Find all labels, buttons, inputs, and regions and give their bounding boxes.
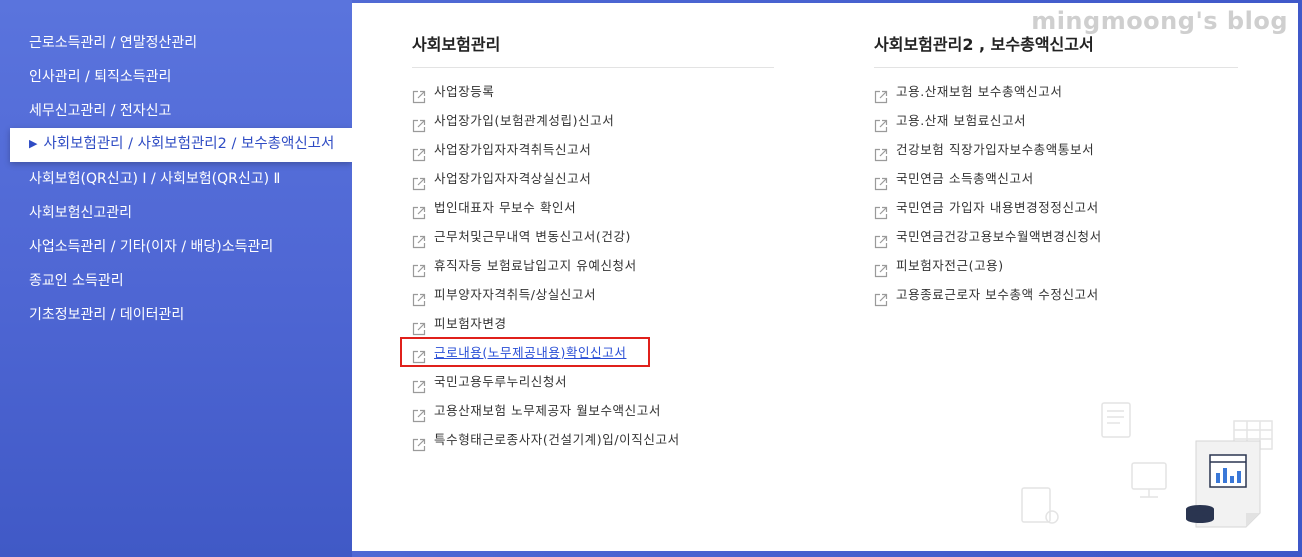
- external-link-icon: [412, 288, 426, 306]
- menu-link-label: 특수형태근로종사자(건설기계)입/이직신고서: [434, 432, 680, 447]
- link-list: 고용.산재보험 보수총액신고서고용.산재 보험료신고서건강보험 직장가입자보수총…: [874, 77, 1238, 309]
- sidebar-item-religious-income[interactable]: 종교인 소득관리: [0, 264, 352, 298]
- menu-link-item[interactable]: 피보험자변경: [412, 309, 774, 338]
- menu-link-item[interactable]: 특수형태근로종사자(건설기계)입/이직신고서: [412, 425, 774, 454]
- menu-link-item[interactable]: 건강보험 직장가입자보수총액통보서: [874, 135, 1238, 164]
- external-link-icon: [874, 143, 888, 161]
- external-link-icon: [412, 433, 426, 451]
- external-link-icon: [412, 375, 426, 393]
- menu-link-item[interactable]: 국민연금 가입자 내용변경정정신고서: [874, 193, 1238, 222]
- menu-link-label: 국민연금 가입자 내용변경정정신고서: [896, 200, 1099, 215]
- menu-link-label: 고용산재보험 노무제공자 월보수액신고서: [434, 403, 661, 418]
- sidebar-item-qr[interactable]: 사회보험(QR신고) Ⅰ / 사회보험(QR신고) Ⅱ: [0, 162, 352, 196]
- menu-link-label: 휴직자등 보험료납입고지 유예신청서: [434, 258, 637, 273]
- menu-link-item[interactable]: 휴직자등 보험료납입고지 유예신청서: [412, 251, 774, 280]
- sidebar-item-social-insurance[interactable]: ▶ 사회보험관리 / 사회보험관리2 / 보수총액신고서: [10, 128, 352, 162]
- sidebar-item-basic-info[interactable]: 기초정보관리 / 데이터관리: [0, 298, 352, 332]
- external-link-icon: [412, 172, 426, 190]
- menu-link-item[interactable]: 국민고용두루누리신청서: [412, 367, 774, 396]
- sidebar-item-hr[interactable]: 인사관리 / 퇴직소득관리: [0, 60, 352, 94]
- sidebar-item-business-income[interactable]: 사업소득관리 / 기타(이자 / 배당)소득관리: [0, 230, 352, 264]
- menu-link-item[interactable]: 피보험자전근(고용): [874, 251, 1238, 280]
- menu-link-label: 피부양자자격취득/상실신고서: [434, 287, 597, 302]
- external-link-icon: [412, 85, 426, 103]
- sidebar-item-insurance-report[interactable]: 사회보험신고관리: [0, 196, 352, 230]
- menu-link-item[interactable]: 피부양자자격취득/상실신고서: [412, 280, 774, 309]
- sidebar-menu: 근로소득관리 / 연말정산관리 인사관리 / 퇴직소득관리 세무신고관리 / 전…: [0, 0, 352, 557]
- menu-link-item[interactable]: 고용산재보험 노무제공자 월보수액신고서: [412, 396, 774, 425]
- menu-link-item[interactable]: 사업장가입(보험관계성립)신고서: [412, 106, 774, 135]
- external-link-icon: [412, 143, 426, 161]
- menu-link-item[interactable]: 고용.산재 보험료신고서: [874, 106, 1238, 135]
- external-link-icon: [412, 345, 426, 364]
- external-link-icon: [874, 114, 888, 132]
- document-illustration: [1021, 402, 1273, 528]
- column-title: 사회보험관리2 , 보수총액신고서: [874, 31, 1238, 68]
- external-link-icon: [874, 85, 888, 103]
- external-link-icon: [874, 201, 888, 219]
- menu-link-label: 고용.산재보험 보수총액신고서: [896, 84, 1063, 99]
- menu-link-label: 법인대표자 무보수 확인서: [434, 200, 577, 215]
- menu-link-label: 국민고용두루누리신청서: [434, 374, 568, 389]
- column-social-insurance: 사회보험관리 사업장등록사업장가입(보험관계성립)신고서사업장가입자자격취득신고…: [400, 31, 774, 454]
- menu-link-label: 고용종료근로자 보수총액 수정신고서: [896, 287, 1099, 302]
- sidebar-item-tax[interactable]: 세무신고관리 / 전자신고: [0, 94, 352, 128]
- external-link-icon: [412, 230, 426, 248]
- link-list: 사업장등록사업장가입(보험관계성립)신고서사업장가입자자격취득신고서사업장가입자…: [400, 77, 774, 454]
- menu-link-label: 근무처및근무내역 변동신고서(건강): [434, 229, 632, 244]
- menu-link-label: 근로내용(노무제공내용)확인신고서: [434, 344, 627, 360]
- menu-link-label: 사업장가입자자격취득신고서: [434, 142, 592, 157]
- menu-link-item[interactable]: 근무처및근무내역 변동신고서(건강): [412, 222, 774, 251]
- menu-link-item[interactable]: 국민연금건강고용보수월액변경신청서: [874, 222, 1238, 251]
- external-link-icon: [874, 230, 888, 248]
- external-link-icon: [874, 259, 888, 277]
- menu-link-label: 피보험자전근(고용): [896, 258, 1004, 273]
- menu-link-item[interactable]: 국민연금 소득총액신고서: [874, 164, 1238, 193]
- submenu-panel: mingmoong's blog 사회보험관리 사업장등록 사업장가입(보험관계성…: [352, 3, 1298, 551]
- menu-link-item[interactable]: 고용종료근로자 보수총액 수정신고서: [874, 280, 1238, 309]
- external-link-icon: [412, 114, 426, 132]
- column-social-insurance-2: 사회보험관리2 , 보수총액신고서 고용.산재보험 보수총액신고서고용.산재 보…: [874, 31, 1238, 309]
- menu-link-item[interactable]: 사업장가입자자격취득신고서: [412, 135, 774, 164]
- menu-link-label: 건강보험 직장가입자보수총액통보서: [896, 142, 1095, 157]
- external-link-icon: [412, 317, 426, 335]
- menu-link-item[interactable]: 사업장가입자자격상실신고서: [412, 164, 774, 193]
- external-link-icon: [412, 201, 426, 219]
- menu-link-label: 국민연금건강고용보수월액변경신청서: [896, 229, 1102, 244]
- external-link-icon: [874, 288, 888, 306]
- menu-link-label: 사업장가입자자격상실신고서: [434, 171, 592, 186]
- sidebar-item-income[interactable]: 근로소득관리 / 연말정산관리: [0, 26, 352, 60]
- arrow-right-icon: ▶: [29, 137, 38, 150]
- external-link-icon: [412, 259, 426, 277]
- sidebar-item-label: 사회보험관리 / 사회보험관리2 / 보수총액신고서: [43, 136, 335, 152]
- menu-link-label: 사업장등록: [434, 84, 495, 99]
- external-link-icon: [412, 404, 426, 422]
- column-title: 사회보험관리: [412, 31, 774, 68]
- external-link-icon: [874, 172, 888, 190]
- menu-link-item[interactable]: 고용.산재보험 보수총액신고서: [874, 77, 1238, 106]
- menu-link-item[interactable]: 근로내용(노무제공내용)확인신고서: [400, 337, 650, 367]
- menu-link-item[interactable]: 사업장등록: [412, 77, 774, 106]
- menu-link-label: 국민연금 소득총액신고서: [896, 171, 1034, 186]
- menu-link-item[interactable]: 법인대표자 무보수 확인서: [412, 193, 774, 222]
- menu-link-label: 피보험자변경: [434, 316, 507, 331]
- menu-link-label: 사업장가입(보험관계성립)신고서: [434, 113, 615, 128]
- menu-link-label: 고용.산재 보험료신고서: [896, 113, 1027, 128]
